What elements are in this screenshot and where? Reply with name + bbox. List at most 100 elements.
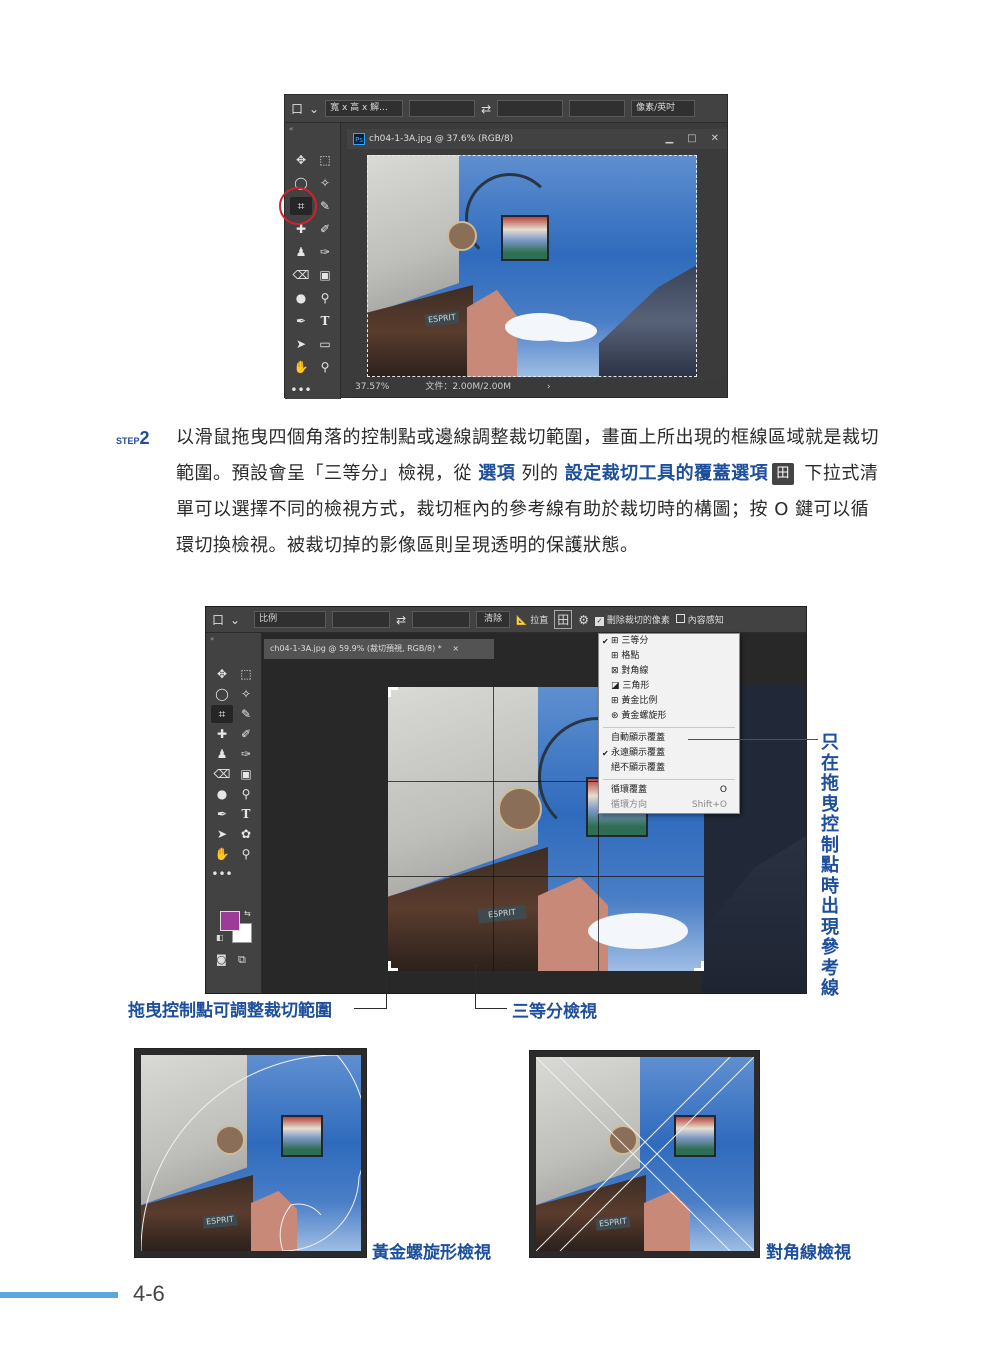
crop-handle[interactable] bbox=[388, 961, 398, 971]
zoom-level[interactable]: 37.57% bbox=[355, 379, 389, 395]
ratio-select[interactable]: 比例 bbox=[254, 611, 327, 628]
menu-item-cycle-orientation[interactable]: 循環方向 Shift+O bbox=[599, 798, 739, 813]
crop-tool-icon[interactable]: 口 bbox=[212, 611, 224, 628]
hand-icon[interactable]: ✋ bbox=[290, 358, 312, 376]
zoom-icon[interactable]: ⚲ bbox=[235, 845, 257, 863]
width-input[interactable] bbox=[332, 611, 391, 628]
stamp-icon[interactable]: ♟ bbox=[290, 243, 312, 261]
menu-item-golden-spiral[interactable]: ⊛ 黃金螺旋形 bbox=[599, 709, 739, 724]
gradient-icon[interactable]: ▣ bbox=[235, 765, 257, 783]
chevron-down-icon[interactable]: ⌄ bbox=[230, 613, 240, 627]
history-brush-icon[interactable]: ✑ bbox=[314, 243, 336, 261]
move-icon[interactable]: ✥ bbox=[290, 151, 312, 169]
swap-icon[interactable]: ⇄ bbox=[481, 102, 491, 116]
menu-item-never-show[interactable]: 絕不顯示覆蓋 bbox=[599, 761, 739, 776]
crop-handle[interactable] bbox=[694, 961, 704, 971]
panel-collapse-icon[interactable]: « bbox=[206, 633, 261, 645]
step-number: 2 bbox=[139, 428, 150, 448]
move-icon[interactable]: ✥ bbox=[211, 665, 233, 683]
document-tab[interactable]: Ps ch04-1-3A.jpg @ 37.6% (RGB/8) ▁ □ ✕ bbox=[347, 129, 727, 149]
menu-item-thirds[interactable]: ✔ ⊞ 三等分 bbox=[599, 634, 739, 649]
page-number: 4-6 bbox=[133, 1281, 165, 1306]
resolution-input[interactable] bbox=[569, 100, 626, 117]
maximize-icon[interactable]: □ bbox=[687, 129, 696, 149]
eraser-icon[interactable]: ⌫ bbox=[211, 765, 233, 783]
eraser-icon[interactable]: ⌫ bbox=[290, 266, 312, 284]
status-arrow-icon[interactable]: › bbox=[547, 379, 551, 395]
marquee-icon[interactable]: ⬚ bbox=[314, 151, 336, 169]
width-input[interactable] bbox=[409, 100, 476, 117]
more-tools-icon[interactable]: ••• bbox=[290, 381, 312, 399]
magic-wand-icon[interactable]: ✧ bbox=[235, 685, 257, 703]
ratio-select[interactable]: 寬 x 高 x 解... bbox=[325, 100, 404, 117]
height-input[interactable] bbox=[497, 100, 564, 117]
hand-icon[interactable]: ✋ bbox=[211, 845, 233, 863]
menu-item-diagonal[interactable]: ⊠ 對角線 bbox=[599, 664, 739, 679]
screen-mode-icon[interactable]: ⧉ bbox=[238, 953, 246, 967]
path-select-icon[interactable]: ➤ bbox=[211, 825, 233, 843]
pen-icon[interactable]: ✒ bbox=[211, 805, 233, 823]
document-canvas-photo[interactable]: ESPRIT bbox=[367, 155, 697, 377]
menu-item-always-show[interactable]: ✔ 永遠顯示覆蓋 bbox=[599, 746, 739, 761]
path-select-icon[interactable]: ➤ bbox=[290, 335, 312, 353]
crop-handle[interactable] bbox=[388, 687, 398, 697]
minimize-icon[interactable]: ▁ bbox=[665, 129, 673, 149]
default-colors-icon[interactable]: ◧ bbox=[216, 933, 224, 942]
marquee-icon[interactable]: ⬚ bbox=[235, 665, 257, 683]
crop-frame[interactable] bbox=[367, 155, 697, 377]
magic-wand-icon[interactable]: ✧ bbox=[314, 174, 336, 192]
swap-icon[interactable]: ⇄ bbox=[396, 613, 406, 627]
tab-close-icon[interactable]: × bbox=[452, 644, 459, 653]
height-input[interactable] bbox=[412, 611, 471, 628]
overlay-options-dropdown[interactable]: ✔ ⊞ 三等分 ⊞ 格點 ⊠ 對角線 ◪ 三角形 ⊞ 黃金比例 ⊛ 黃金螺旋形 自… bbox=[598, 633, 740, 814]
crop-tool-icon[interactable]: 口 bbox=[291, 100, 303, 117]
menu-shortcut: Shift+O bbox=[691, 800, 727, 810]
gradient-icon[interactable]: ▣ bbox=[314, 266, 336, 284]
checkbox-checked-icon[interactable]: ✓ bbox=[595, 617, 605, 626]
dodge-icon[interactable]: ⚲ bbox=[314, 289, 336, 307]
delete-cropped-pixels-option[interactable]: ✓ 刪除裁切的像素 bbox=[595, 613, 670, 626]
callout-leader-line bbox=[386, 968, 387, 1008]
eyedropper-icon[interactable]: ✎ bbox=[314, 197, 336, 215]
blur-icon[interactable]: ● bbox=[211, 785, 233, 803]
menu-item-triangle[interactable]: ◪ 三角形 bbox=[599, 679, 739, 694]
brush-icon[interactable]: ✐ bbox=[314, 220, 336, 238]
crop-tool-highlight bbox=[279, 187, 317, 225]
stamp-icon[interactable]: ♟ bbox=[211, 745, 233, 763]
dodge-icon[interactable]: ⚲ bbox=[235, 785, 257, 803]
more-tools-icon[interactable]: ••• bbox=[211, 865, 233, 883]
footer-accent-bar bbox=[0, 1292, 118, 1298]
checkbox-icon[interactable] bbox=[675, 614, 685, 623]
menu-item-grid[interactable]: ⊞ 格點 bbox=[599, 649, 739, 664]
swap-colors-icon[interactable]: ⇆ bbox=[244, 909, 251, 918]
content-aware-option[interactable]: 內容感知 bbox=[675, 613, 724, 626]
check-icon: ✔ bbox=[602, 637, 609, 646]
brush-icon[interactable]: ✐ bbox=[235, 725, 257, 743]
custom-shape-icon[interactable]: ✿ bbox=[235, 825, 257, 843]
panel-collapse-icon[interactable]: « bbox=[285, 123, 340, 135]
unit-select[interactable]: 像素/英吋 bbox=[631, 100, 696, 117]
close-icon[interactable]: ✕ bbox=[711, 129, 719, 149]
gear-icon[interactable]: ⚙ bbox=[578, 613, 589, 627]
rectangle-icon[interactable]: ▭ bbox=[314, 335, 336, 353]
foreground-color-swatch[interactable] bbox=[220, 911, 240, 931]
callout-diagonal: 對角線檢視 bbox=[766, 1243, 851, 1263]
pen-icon[interactable]: ✒ bbox=[290, 312, 312, 330]
type-icon[interactable]: T bbox=[235, 805, 257, 823]
blur-icon[interactable]: ● bbox=[290, 289, 312, 307]
menu-item-cycle-overlay[interactable]: 循環覆蓋 O bbox=[599, 783, 739, 798]
eyedropper-icon[interactable]: ✎ bbox=[235, 705, 257, 723]
menu-item-golden-ratio[interactable]: ⊞ 黃金比例 bbox=[599, 694, 739, 709]
type-icon[interactable]: T bbox=[314, 312, 336, 330]
straighten-button[interactable]: 📐 拉直 bbox=[516, 613, 548, 626]
clear-button[interactable]: 清除 bbox=[476, 611, 511, 628]
chevron-down-icon[interactable]: ⌄ bbox=[309, 102, 319, 116]
healing-icon[interactable]: ✚ bbox=[211, 725, 233, 743]
lasso-icon[interactable]: ◯ bbox=[211, 685, 233, 703]
crop-icon[interactable]: ⌗ bbox=[211, 705, 233, 723]
zoom-icon[interactable]: ⚲ bbox=[314, 358, 336, 376]
overlay-options-icon[interactable]: 田 bbox=[554, 610, 573, 629]
quick-mask-icon[interactable]: ◙ bbox=[216, 953, 227, 966]
document-tab[interactable]: ch04-1-3A.jpg @ 59.9% (裁切預視, RGB/8) * × bbox=[264, 639, 494, 659]
history-brush-icon[interactable]: ✑ bbox=[235, 745, 257, 763]
